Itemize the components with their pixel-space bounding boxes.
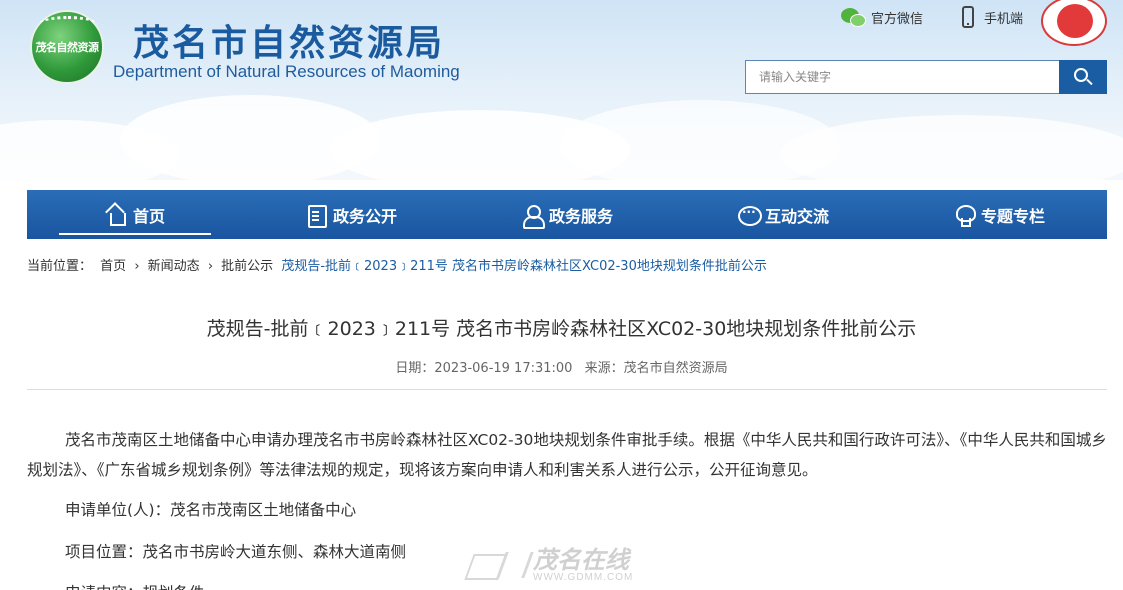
home-icon <box>105 204 127 226</box>
watermark-text: 茂名在线 <box>533 545 629 574</box>
breadcrumb: 当前位置： 首页 › 新闻动态 › 批前公示 茂规告-批前﹝2023﹞211号 … <box>27 255 771 274</box>
nav-item-home[interactable]: 首页 <box>27 190 243 239</box>
article-date: 日期：2023-06-19 17:31:00 <box>395 361 573 376</box>
nav-item-government-affairs[interactable]: 政务公开 <box>243 190 459 239</box>
nav-item-label: 政务公开 <box>332 206 397 226</box>
article-paragraph: 申请单位(人)：茂名市茂南区土地储备中心 <box>65 501 357 519</box>
breadcrumb-prefix: 当前位置： <box>27 259 93 274</box>
nav-item-topics[interactable]: 专题专栏 <box>891 190 1107 239</box>
breadcrumb-separator: › <box>134 259 140 274</box>
document-icon <box>305 204 327 228</box>
breadcrumb-publicity-link[interactable]: 批前公示 <box>221 259 273 274</box>
breadcrumb-news-link[interactable]: 新闻动态 <box>148 259 200 274</box>
article-title: 茂规告-批前﹝2023﹞211号 茂名市书房岭森林社区XC02-30地块规划条件… <box>206 318 917 340</box>
site-title: 茂名市自然资源局 <box>133 23 446 64</box>
logo-text: 茂名自然资源 <box>35 41 100 54</box>
nav-item-label: 首页 <box>132 206 165 226</box>
article-paragraph: 茂名市茂南区土地储备中心申请办理茂名市书房岭森林社区XC02-30地块规划条件审… <box>27 431 1107 479</box>
mobile-link-label: 手机端 <box>984 11 1024 27</box>
article-source: 来源：茂名市自然资源局 <box>584 361 728 376</box>
breadcrumb-current[interactable]: 茂规告-批前﹝2023﹞211号 茂名市书房岭森林社区XC02-30地块规划条件… <box>281 259 767 274</box>
wechat-link[interactable]: 官方微信 <box>841 6 923 28</box>
nav-item-services[interactable]: 政务服务 <box>459 190 675 239</box>
watermark-url: WWW.GDMM.COM <box>533 571 634 583</box>
nav-item-interaction[interactable]: 互动交流 <box>675 190 891 239</box>
site-logo[interactable]: 茂名自然资源 <box>30 10 104 84</box>
main-nav: 首页 政务公开 政务服务 互动交流 专题专栏 <box>27 190 1107 239</box>
watermark: 茂名在线 WWW.GDMM.COM <box>463 546 633 584</box>
mobile-phone-icon <box>962 6 974 28</box>
service-user-icon <box>521 204 545 229</box>
chat-bubble-icon <box>737 204 762 226</box>
wechat-icon <box>841 6 867 28</box>
breadcrumb-separator: › <box>207 259 214 274</box>
site-subtitle: Department of Natural Resources of Maomi… <box>113 62 460 81</box>
nav-item-label: 互动交流 <box>764 206 829 226</box>
mobile-link[interactable]: 手机端 <box>962 6 1023 28</box>
watermark-logo-icon <box>463 546 533 584</box>
breadcrumb-home-link[interactable]: 首页 <box>100 259 126 274</box>
search-input[interactable]: 请输入关键字 <box>745 60 1060 94</box>
nav-item-label: 政务服务 <box>548 206 613 226</box>
divider <box>27 389 1107 390</box>
cloud-decoration <box>780 115 1123 180</box>
wechat-link-label: 官方微信 <box>871 11 924 27</box>
search-button[interactable] <box>1059 60 1107 94</box>
article-meta: 日期：2023-06-19 17:31:00 来源：茂名市自然资源局 <box>0 357 1123 376</box>
topic-lamp-icon <box>953 204 976 227</box>
nav-item-label: 专题专栏 <box>980 206 1045 226</box>
